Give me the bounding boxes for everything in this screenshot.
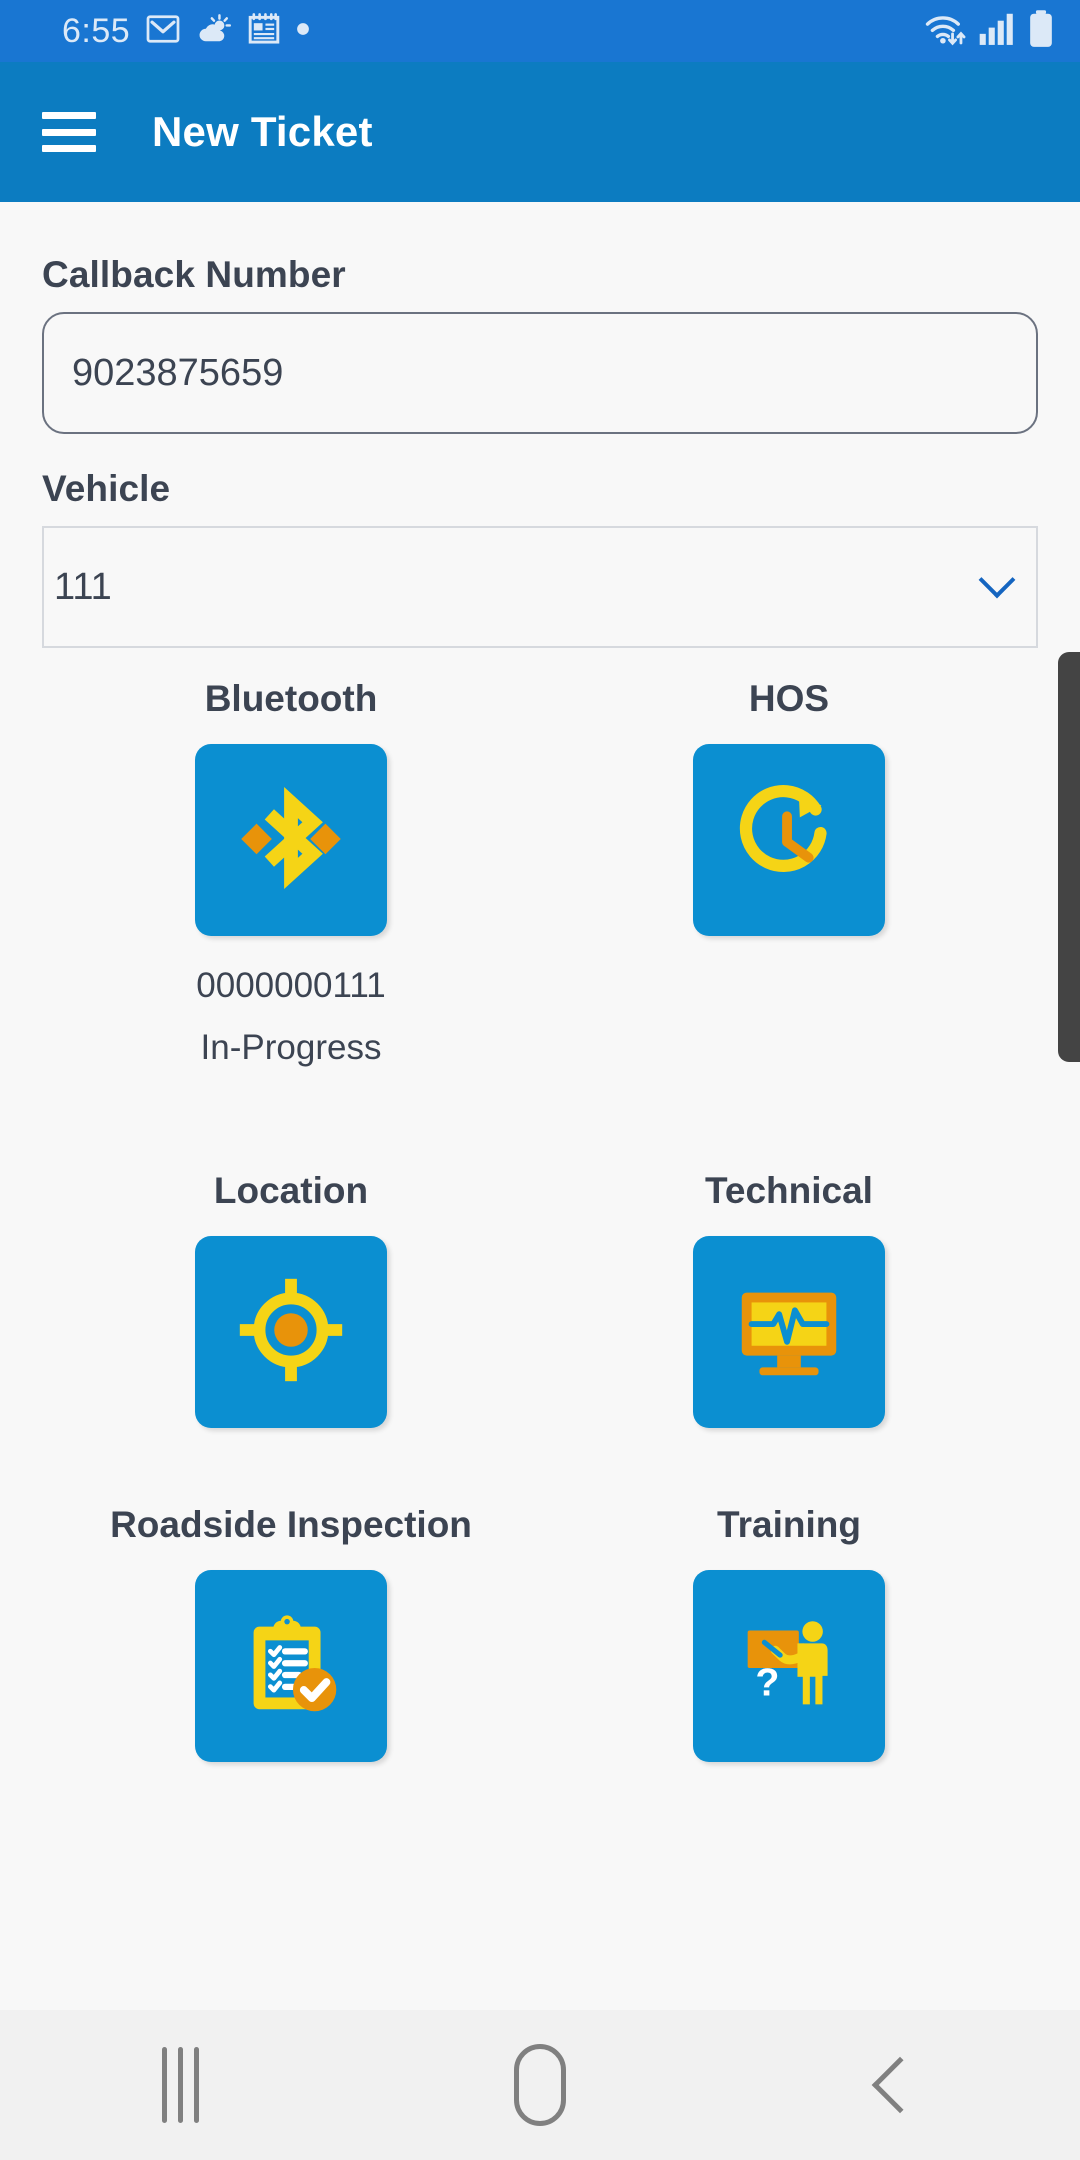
bluetooth-icon [228,775,354,906]
tile-technical: Technical [540,1146,1038,1428]
battery-icon [1028,9,1054,53]
recents-bar [193,2047,199,2123]
cellular-signal-icon [979,13,1015,50]
location-tile-button[interactable] [195,1236,387,1428]
tile-hos: HOS [540,654,1038,1068]
training-instructor-icon: ? [726,1601,852,1732]
tile-label: Bluetooth [204,678,378,719]
roadside-inspection-tile-button[interactable] [195,1570,387,1762]
calendar-icon [248,12,280,50]
hamburger-line [42,145,96,152]
status-bar-left: 6:55 [62,12,310,50]
vertical-scrollbar[interactable] [1058,652,1080,1062]
hamburger-menu-icon[interactable] [42,112,96,152]
hamburger-line [42,112,96,119]
status-bar-right [924,9,1054,53]
status-bar: 6:55 [0,0,1080,62]
tile-roadside-inspection: Roadside Inspection [42,1480,540,1762]
dot-icon [296,22,310,41]
wifi-icon [924,12,966,51]
recents-bar [177,2047,183,2123]
recents-icon [161,2047,199,2123]
clipboard-check-icon [228,1601,354,1732]
page-title: New Ticket [152,108,373,155]
tile-training: Training ? [540,1480,1038,1762]
svg-text:?: ? [755,1660,779,1704]
technical-tile-button[interactable] [693,1236,885,1428]
ticket-type-grid: Bluetooth 0000000111 In-Progress HOS Loc… [42,654,1038,1762]
tile-label: HOS [748,678,830,719]
callback-number-label: Callback Number [42,254,346,295]
status-bar-clock: 6:55 [62,12,131,50]
vehicle-label: Vehicle [42,468,171,509]
hamburger-line [42,128,96,136]
main-content: Callback Number 9023875659 Vehicle 111 B… [0,202,1080,2010]
tile-label: Technical [705,1170,873,1211]
weather-icon [196,13,232,49]
row-spacer [42,1068,1038,1146]
callback-number-input[interactable]: 9023875659 [42,312,1038,434]
chevron-down-icon [978,561,1016,599]
bluetooth-status: In-Progress [200,1028,382,1067]
hos-tile-button[interactable] [693,744,885,936]
tile-label: Roadside Inspection [110,1504,472,1545]
app-root: 6:55 New Ticket Callback Number 90238756… [0,0,1080,2160]
tile-bluetooth: Bluetooth 0000000111 In-Progress [42,654,540,1068]
tile-label: Location [213,1170,369,1211]
hours-of-service-clock-icon [726,775,852,906]
technical-monitor-icon [726,1267,852,1398]
android-navigation-bar [0,2010,1080,2160]
tile-label: Training [717,1504,861,1545]
recents-bar [161,2047,167,2123]
back-chevron-icon [871,2056,929,2114]
training-tile-button[interactable]: ? [693,1570,885,1762]
tile-location: Location [42,1146,540,1428]
bluetooth-tile-button[interactable] [195,744,387,936]
gmail-icon [146,14,180,49]
app-bar: New Ticket [0,62,1080,202]
recents-button[interactable] [90,2010,270,2160]
home-icon [514,2044,566,2126]
location-crosshair-icon [228,1267,354,1398]
row-spacer [42,1428,1038,1480]
back-button[interactable] [810,2010,990,2160]
vehicle-select[interactable]: 111 [42,526,1038,648]
bluetooth-device-id: 0000000111 [196,966,386,1005]
vehicle-selected-value: 111 [54,565,112,608]
home-button[interactable] [450,2010,630,2160]
